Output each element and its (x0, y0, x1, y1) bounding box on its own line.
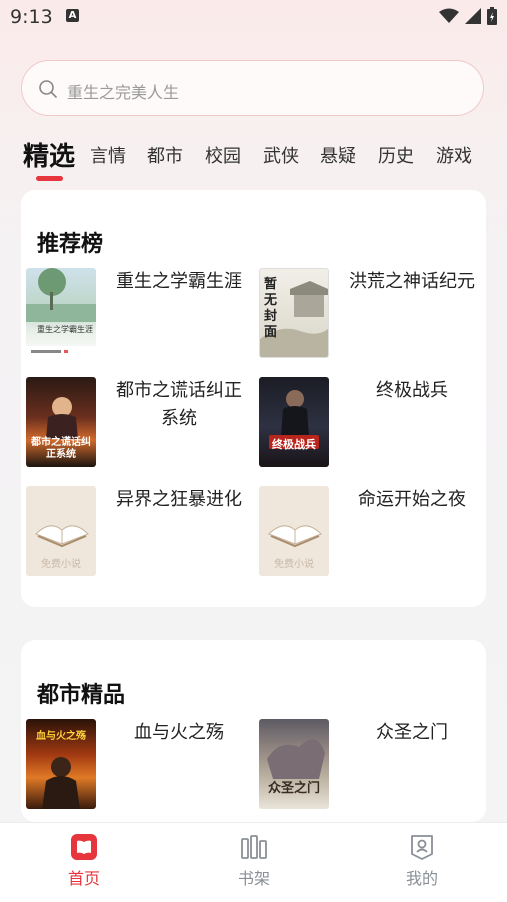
book-item[interactable]: 都市之谎话纠正系统 都市之谎话纠正系统 (21, 377, 251, 472)
book-title: 众圣之门 (376, 722, 448, 743)
tab-games[interactable]: 游戏 (436, 142, 472, 168)
search-placeholder: 重生之完美人生 (67, 83, 180, 102)
battery-icon (487, 7, 497, 25)
tab-history[interactable]: 历史 (378, 142, 414, 168)
book-cover: 免费小说 (259, 486, 329, 576)
book-title: 命运开始之夜 (358, 489, 466, 510)
bookshelf-icon (241, 835, 267, 859)
book-title: 异界之狂暴进化 (116, 489, 242, 510)
section-title: 推荐榜 (37, 232, 104, 257)
book-item[interactable]: 重生之学霸生涯 重生之学霸生涯 (21, 268, 251, 363)
active-tab-indicator (36, 176, 63, 181)
wifi-icon (439, 8, 459, 23)
book-title: 血与火之殇 (134, 722, 224, 743)
notification-a-icon: A (66, 9, 79, 22)
search-bar[interactable]: 重生之完美人生 (21, 60, 484, 116)
cover-text: 终极战兵 (272, 438, 316, 451)
nav-home[interactable]: 首页 (34, 833, 134, 889)
status-bar: 9:13 A (0, 0, 507, 34)
tab-wuxia[interactable]: 武侠 (263, 142, 299, 168)
book-cover: 免费小说 (26, 486, 96, 576)
bottom-navigation: 首页 书架 我的 (0, 822, 507, 902)
nav-home-label: 首页 (67, 869, 100, 888)
book-title: 都市之谎话纠正系统 (116, 380, 242, 429)
signal-icon (465, 8, 481, 24)
book-title: 洪荒之神话纪元 (349, 271, 475, 292)
status-time: 9:13 (10, 6, 53, 28)
book-cover: 暂无封面 (259, 268, 329, 358)
cover-text: 免费小说 (274, 559, 314, 570)
book-cover: 终极战兵 (259, 377, 329, 467)
book-cover: 血与火之殇 (26, 719, 96, 809)
book-icon (71, 834, 97, 860)
cover-text: 重生之学霸生涯 (37, 325, 93, 334)
nav-bookshelf[interactable]: 书架 (204, 833, 304, 889)
book-item[interactable]: 众圣之门 众圣之门 (254, 719, 484, 814)
book-cover: 重生之学霸生涯 (26, 268, 96, 358)
book-item[interactable]: 免费小说 异界之狂暴进化 (21, 486, 251, 581)
urban-section: 都市精品 血与火之殇 血与火之殇 众圣之门 众圣之门 (21, 640, 486, 822)
section-title: 都市精品 (37, 683, 126, 708)
nav-bookshelf-label: 书架 (237, 869, 270, 888)
cover-text: 暂无封面 (264, 277, 278, 340)
book-item[interactable]: 暂无封面 洪荒之神话纪元 (254, 268, 484, 363)
cover-text: 血与火之殇 (36, 731, 86, 742)
nav-profile[interactable]: 我的 (372, 833, 472, 889)
book-cover: 众圣之门 (259, 719, 329, 809)
search-icon (39, 80, 57, 98)
book-item[interactable]: 血与火之殇 血与火之殇 (21, 719, 251, 814)
tab-featured[interactable]: 精选 (23, 136, 75, 173)
tab-mystery[interactable]: 悬疑 (320, 142, 356, 168)
nav-profile-label: 我的 (405, 869, 438, 888)
cover-text: 免费小说 (41, 559, 81, 570)
tab-romance[interactable]: 言情 (90, 142, 126, 168)
book-item[interactable]: 免费小说 命运开始之夜 (254, 486, 484, 581)
tab-urban[interactable]: 都市 (147, 142, 183, 168)
book-title: 终极战兵 (376, 380, 448, 401)
cover-text: 都市之谎话纠正系统 (31, 437, 91, 460)
profile-icon (411, 835, 433, 860)
book-title: 重生之学霸生涯 (116, 271, 242, 292)
book-item[interactable]: 终极战兵 终极战兵 (254, 377, 484, 472)
recommend-section: 推荐榜 重生之学霸生涯 重生之学霸生涯 暂无封面 洪荒之神话纪元 都市之谎话纠正… (21, 190, 486, 607)
tab-campus[interactable]: 校园 (205, 142, 241, 168)
category-tabs: 精选 言情 都市 校园 武侠 悬疑 历史 游戏 (0, 136, 507, 186)
book-cover: 都市之谎话纠正系统 (26, 377, 96, 467)
cover-text: 众圣之门 (267, 781, 320, 796)
